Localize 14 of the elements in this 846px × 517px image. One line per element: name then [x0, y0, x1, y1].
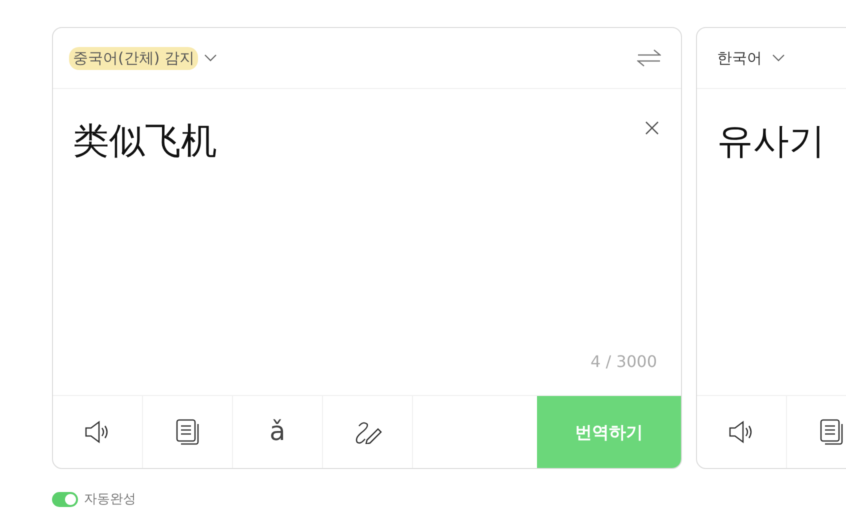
target-language[interactable]: 한국어 [713, 46, 766, 70]
pinyin-button[interactable]: ǎ [270, 417, 286, 447]
chevron-down-icon[interactable] [204, 54, 218, 62]
autocomplete-label: 자동완성 [84, 491, 136, 508]
copy-icon[interactable] [176, 419, 200, 445]
translated-text: 유사기 [717, 120, 826, 164]
swap-icon[interactable] [637, 49, 661, 67]
character-counter: 4 / 3000 [590, 352, 657, 371]
source-language[interactable]: 중국어(간체) 감지 [69, 46, 198, 70]
close-icon[interactable] [645, 121, 659, 135]
autocomplete-toggle[interactable] [52, 492, 78, 506]
source-text[interactable]: 类似飞机 [73, 117, 661, 166]
copy-icon[interactable] [820, 419, 844, 445]
chevron-down-icon[interactable] [772, 54, 785, 62]
